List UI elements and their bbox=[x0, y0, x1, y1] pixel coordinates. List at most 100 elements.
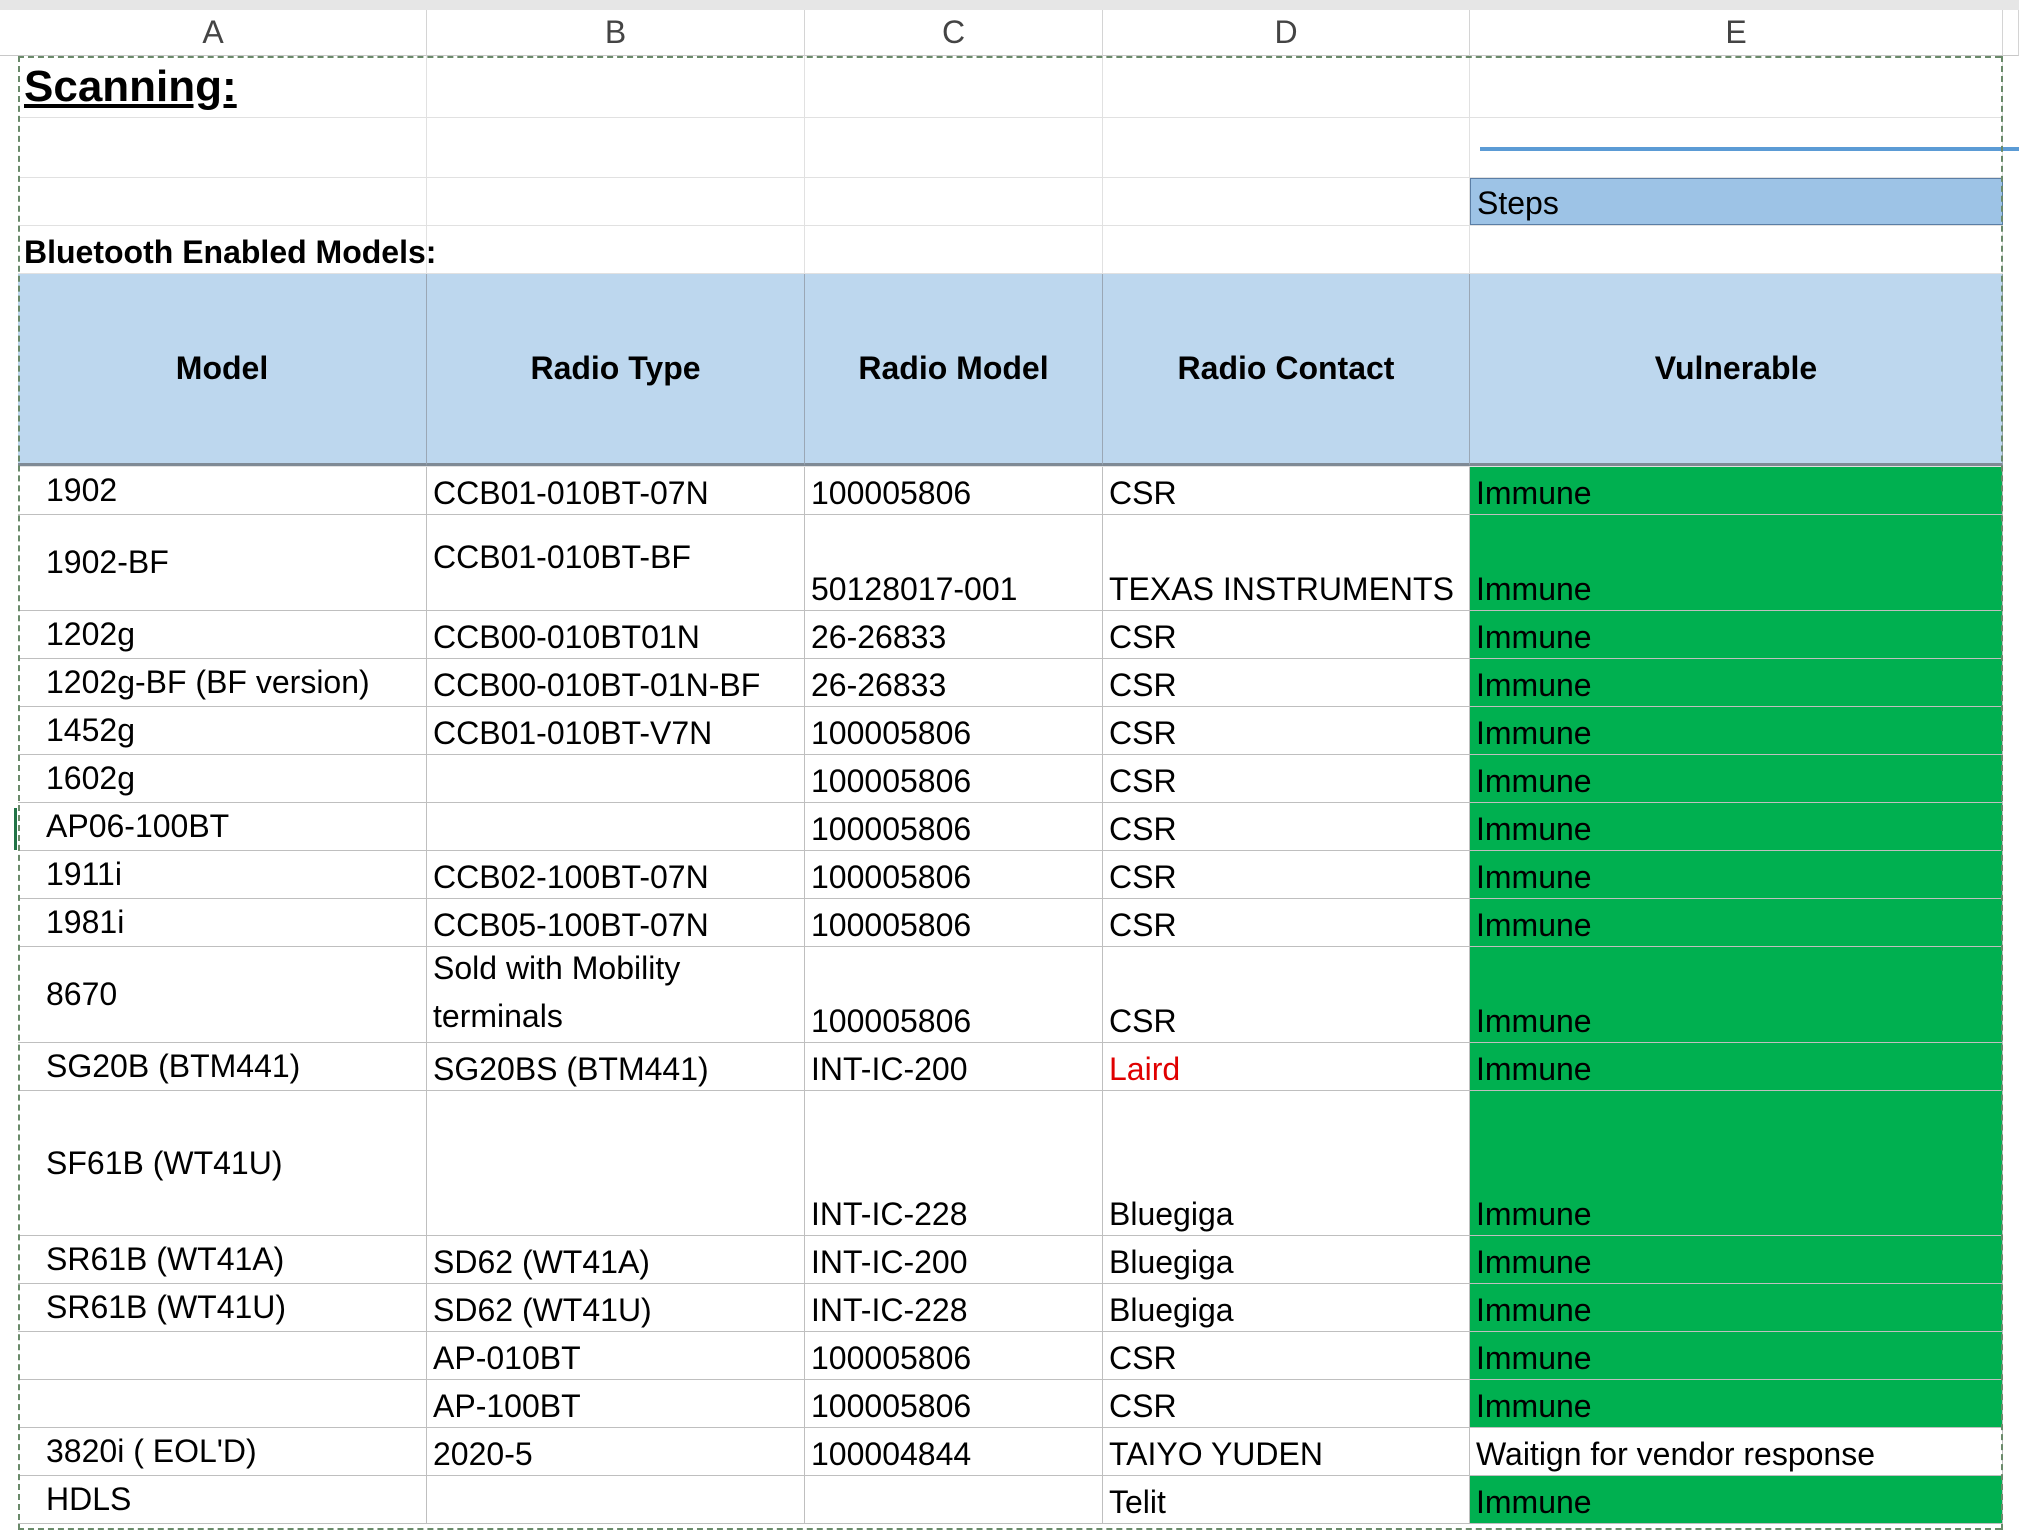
cell-vulnerable[interactable]: Immune bbox=[1470, 611, 2003, 658]
cell-model[interactable]: 1202g bbox=[18, 611, 427, 658]
grid-cell[interactable] bbox=[805, 118, 1103, 177]
cell-radio-contact[interactable]: CSR bbox=[1103, 659, 1470, 706]
cell-vulnerable[interactable]: Immune bbox=[1470, 851, 2003, 898]
header-radio-model[interactable]: Radio Model bbox=[805, 274, 1103, 466]
cell-radio-model[interactable]: 50128017-001 bbox=[805, 515, 1103, 610]
cell-model[interactable]: 3820i ( EOL'D) bbox=[18, 1428, 427, 1475]
cell-vulnerable[interactable]: Immune bbox=[1470, 1380, 2003, 1427]
cell-radio-contact[interactable]: Bluegiga bbox=[1103, 1236, 1470, 1283]
column-header-b[interactable]: B bbox=[427, 10, 805, 56]
cell-radio-type[interactable]: AP-010BT bbox=[427, 1332, 805, 1379]
cell-radio-contact[interactable]: CSR bbox=[1103, 755, 1470, 802]
grid-cell[interactable] bbox=[1103, 226, 1470, 273]
cell-radio-model[interactable]: INT-IC-200 bbox=[805, 1043, 1103, 1090]
cell-vulnerable[interactable]: Immune bbox=[1470, 659, 2003, 706]
steps-header-cell[interactable]: Steps bbox=[1470, 178, 2003, 225]
cell-vulnerable[interactable]: Immune bbox=[1470, 467, 2003, 514]
cell-model[interactable]: 1911i bbox=[18, 851, 427, 898]
cell-radio-type[interactable]: SD62 (WT41A) bbox=[427, 1236, 805, 1283]
cell-radio-type[interactable] bbox=[427, 803, 805, 850]
cell-model[interactable]: 1902 bbox=[18, 467, 427, 514]
cell-model[interactable]: 1452g bbox=[18, 707, 427, 754]
cell-vulnerable[interactable]: Immune bbox=[1470, 1236, 2003, 1283]
cell-radio-type[interactable]: CCB01-010BT-V7N bbox=[427, 707, 805, 754]
grid-cell[interactable] bbox=[805, 56, 1103, 117]
cell-radio-contact[interactable]: TAIYO YUDEN bbox=[1103, 1428, 1470, 1475]
cell-radio-type[interactable]: SG20BS (BTM441) bbox=[427, 1043, 805, 1090]
grid-cell[interactable] bbox=[18, 118, 427, 177]
cell-radio-contact[interactable]: Bluegiga bbox=[1103, 1091, 1470, 1235]
cell-radio-model[interactable]: 100005806 bbox=[805, 1380, 1103, 1427]
cell-vulnerable[interactable]: Immune bbox=[1470, 515, 2003, 610]
cell-radio-type[interactable]: CCB00-010BT-01N-BF bbox=[427, 659, 805, 706]
cell-radio-contact[interactable]: CSR bbox=[1103, 899, 1470, 946]
cell-radio-contact[interactable]: Telit bbox=[1103, 1476, 1470, 1523]
grid-cell[interactable] bbox=[427, 56, 805, 117]
cell-radio-model[interactable]: 100005806 bbox=[805, 947, 1103, 1042]
cell-radio-model[interactable]: 100005806 bbox=[805, 851, 1103, 898]
header-vulnerable[interactable]: Vulnerable bbox=[1470, 274, 2003, 466]
cell-vulnerable[interactable]: Immune bbox=[1470, 947, 2003, 1042]
cell-model[interactable]: HDLS bbox=[18, 1476, 427, 1523]
cell-vulnerable[interactable]: Immune bbox=[1470, 1284, 2003, 1331]
cell-radio-model[interactable]: 100005806 bbox=[805, 899, 1103, 946]
grid-cell[interactable] bbox=[1470, 56, 2003, 117]
grid-cell[interactable] bbox=[427, 226, 805, 273]
cell-radio-model[interactable]: 100004844 bbox=[805, 1428, 1103, 1475]
page-title[interactable]: Scanning: bbox=[18, 56, 427, 117]
cell-radio-contact[interactable]: TEXAS INSTRUMENTS bbox=[1103, 515, 1470, 610]
column-header-c[interactable]: C bbox=[805, 10, 1103, 56]
cell-model[interactable]: SR61B (WT41A) bbox=[18, 1236, 427, 1283]
cell-radio-type[interactable]: 2020-5 bbox=[427, 1428, 805, 1475]
cell-radio-model[interactable]: INT-IC-228 bbox=[805, 1091, 1103, 1235]
section-label[interactable]: Bluetooth Enabled Models: bbox=[18, 226, 436, 273]
header-radio-contact[interactable]: Radio Contact bbox=[1103, 274, 1470, 466]
cell-model[interactable]: 1202g-BF (BF version) bbox=[18, 659, 427, 706]
cell-radio-model[interactable]: INT-IC-200 bbox=[805, 1236, 1103, 1283]
cell-radio-contact[interactable]: CSR bbox=[1103, 707, 1470, 754]
cell-radio-contact[interactable]: Laird bbox=[1103, 1043, 1470, 1090]
cell-model[interactable]: SG20B (BTM441) bbox=[18, 1043, 427, 1090]
cell-radio-contact[interactable]: CSR bbox=[1103, 467, 1470, 514]
grid-cell[interactable] bbox=[1470, 226, 2003, 273]
grid-cell[interactable] bbox=[1103, 56, 1470, 117]
cell-model[interactable] bbox=[18, 1332, 427, 1379]
cell-model[interactable]: SF61B (WT41U) bbox=[18, 1091, 427, 1235]
grid-cell[interactable] bbox=[805, 178, 1103, 225]
cell-model[interactable]: AP06-100BT bbox=[18, 803, 427, 850]
grid-cell[interactable] bbox=[1103, 178, 1470, 225]
column-header-f-partial[interactable] bbox=[2003, 10, 2019, 56]
cell-radio-model[interactable]: 100005806 bbox=[805, 467, 1103, 514]
grid-cell[interactable] bbox=[427, 118, 805, 177]
column-header-d[interactable]: D bbox=[1103, 10, 1470, 56]
cell-vulnerable[interactable]: Immune bbox=[1470, 1332, 2003, 1379]
cell-radio-model[interactable]: 100005806 bbox=[805, 803, 1103, 850]
cell-radio-model[interactable]: 100005806 bbox=[805, 1332, 1103, 1379]
cell-radio-type[interactable]: CCB01-010BT-BF bbox=[427, 515, 805, 610]
cell-model[interactable] bbox=[18, 1380, 427, 1427]
cell-vulnerable[interactable]: Immune bbox=[1470, 803, 2003, 850]
cell-radio-contact[interactable]: CSR bbox=[1103, 611, 1470, 658]
cell-radio-contact[interactable]: CSR bbox=[1103, 947, 1470, 1042]
cell-radio-type[interactable]: CCB01-010BT-07N bbox=[427, 467, 805, 514]
cell-vulnerable[interactable]: Immune bbox=[1470, 899, 2003, 946]
cell-radio-contact[interactable]: CSR bbox=[1103, 1332, 1470, 1379]
cell-radio-model[interactable]: INT-IC-228 bbox=[805, 1284, 1103, 1331]
cell-model[interactable]: 1602g bbox=[18, 755, 427, 802]
cell-vulnerable[interactable]: Immune bbox=[1470, 1043, 2003, 1090]
cell-model[interactable]: SR61B (WT41U) bbox=[18, 1284, 427, 1331]
grid-cell[interactable] bbox=[427, 178, 805, 225]
cell-radio-type[interactable]: CCB05-100BT-07N bbox=[427, 899, 805, 946]
cell-radio-type[interactable] bbox=[427, 1091, 805, 1235]
cell-radio-model[interactable]: 100005806 bbox=[805, 707, 1103, 754]
cell-vulnerable[interactable]: Immune bbox=[1470, 1091, 2003, 1235]
cell-radio-type[interactable]: SD62 (WT41U) bbox=[427, 1284, 805, 1331]
cell-radio-model[interactable]: 100005806 bbox=[805, 755, 1103, 802]
column-header-a[interactable]: A bbox=[0, 10, 427, 56]
cell-radio-type[interactable] bbox=[427, 1476, 805, 1523]
cell-model[interactable]: 8670 bbox=[18, 947, 427, 1042]
grid-cell[interactable] bbox=[805, 226, 1103, 273]
cell-radio-type[interactable]: CCB02-100BT-07N bbox=[427, 851, 805, 898]
cell-radio-model[interactable]: 26-26833 bbox=[805, 611, 1103, 658]
header-model[interactable]: Model bbox=[18, 274, 427, 466]
